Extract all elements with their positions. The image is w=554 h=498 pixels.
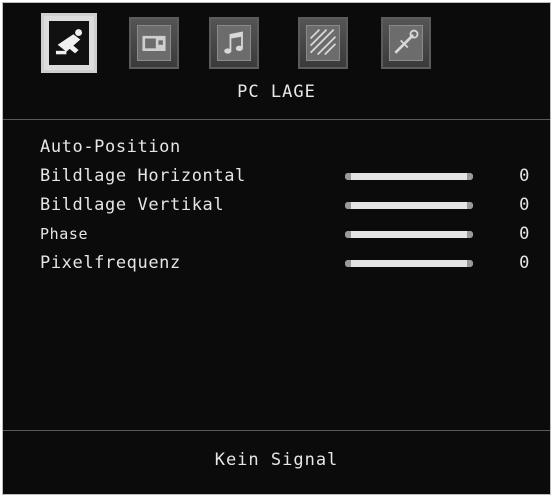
setup-icon	[394, 29, 419, 54]
slider-fill	[345, 202, 473, 209]
menu-item-label: Bildlage Horizontal	[40, 166, 246, 186]
menu-item-auto-position[interactable]: Auto-Position	[40, 133, 530, 162]
slider-cap-left	[345, 260, 351, 267]
tab-feature[interactable]	[298, 17, 348, 69]
slider-value: 0	[519, 224, 530, 244]
menu-item-label: Pixelfrequenz	[40, 253, 181, 273]
tab-inner	[306, 25, 340, 61]
slider-cap-left	[345, 202, 351, 209]
picture-icon	[142, 35, 166, 51]
slider-value: 0	[519, 166, 530, 186]
music-note-icon	[224, 31, 243, 54]
tab-setup[interactable]	[381, 17, 431, 69]
slider-bildlage-vertikal[interactable]	[345, 202, 473, 209]
slider-cap-right	[467, 231, 473, 238]
slider-cap-left	[345, 231, 351, 238]
tab-inner	[217, 25, 251, 61]
slider-fill	[345, 231, 473, 238]
menu-item-label: Bildlage Vertikal	[40, 195, 225, 215]
slider-value: 0	[519, 195, 530, 215]
menu-item-label: Auto-Position	[40, 137, 181, 157]
slider-cap-right	[467, 202, 473, 209]
tab-inner	[137, 25, 171, 61]
menu-list: Auto-Position Bildlage Horizontal 0 Bild…	[40, 133, 530, 278]
menu-item-bildlage-horizontal[interactable]: Bildlage Horizontal 0	[40, 162, 530, 191]
slider-pixelfrequenz[interactable]	[345, 260, 473, 267]
slider-value: 0	[519, 253, 530, 273]
menu-item-bildlage-vertikal[interactable]: Bildlage Vertikal 0	[40, 191, 530, 220]
slider-bildlage-horizontal[interactable]	[345, 173, 473, 180]
menu-title: PC LAGE	[237, 82, 316, 102]
menu-item-phase[interactable]: Phase 0	[40, 220, 530, 249]
tab-install[interactable]	[41, 13, 97, 73]
slider-fill	[345, 260, 473, 267]
tab-inner	[49, 21, 89, 65]
divider	[3, 119, 550, 120]
feature-icon	[309, 29, 337, 56]
tab-picture[interactable]	[129, 17, 179, 69]
tab-inner	[389, 25, 423, 61]
slider-cap-right	[467, 173, 473, 180]
slider-phase[interactable]	[345, 231, 473, 238]
slider-fill	[345, 173, 473, 180]
slider-cap-right	[467, 260, 473, 267]
osd-menu: PC LAGE Auto-Position Bildlage Horizonta…	[2, 2, 551, 495]
divider	[3, 430, 550, 431]
status-text: Kein Signal	[214, 450, 339, 470]
tab-sound[interactable]	[209, 17, 259, 69]
menu-item-pixelfrequenz[interactable]: Pixelfrequenz 0	[40, 249, 530, 278]
satellite-dish-icon	[55, 29, 83, 55]
slider-cap-left	[345, 173, 351, 180]
menu-item-label: Phase	[40, 225, 89, 243]
